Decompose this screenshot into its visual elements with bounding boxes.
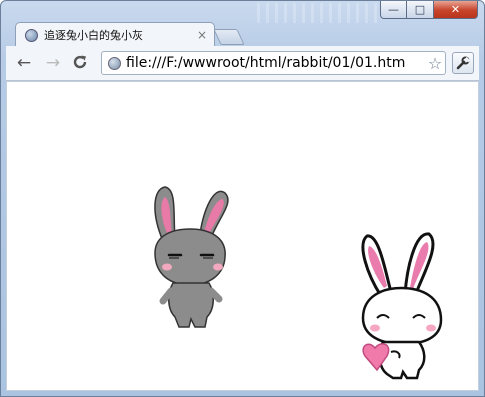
frame-decoration xyxy=(251,3,381,23)
forward-button[interactable]: → xyxy=(43,53,63,73)
bookmark-star-icon[interactable]: ☆ xyxy=(425,54,445,73)
white-bunny-image xyxy=(361,232,443,380)
page-viewport xyxy=(6,81,479,391)
reload-button[interactable] xyxy=(70,53,90,73)
minimize-button[interactable]: — xyxy=(380,1,407,19)
new-tab-button[interactable] xyxy=(213,29,245,45)
url-text[interactable]: file:///F:/wwwroot/html/rabbit/01/01.htm xyxy=(126,55,425,71)
reload-icon xyxy=(73,55,87,69)
globe-icon xyxy=(25,28,38,42)
active-tab[interactable]: 追逐兔小白的兔小灰 × xyxy=(15,22,215,47)
back-button[interactable]: ← xyxy=(14,53,34,73)
close-window-button[interactable]: ✕ xyxy=(434,1,478,19)
page-icon xyxy=(108,56,121,70)
toolbar: ← → file:///F:/wwwroot/html/rabbit/01/01… xyxy=(6,46,479,81)
address-bar[interactable]: file:///F:/wwwroot/html/rabbit/01/01.htm… xyxy=(101,51,446,75)
tab-title: 追逐兔小白的兔小灰 xyxy=(44,29,143,42)
settings-wrench-button[interactable] xyxy=(452,52,474,74)
tab-close-icon[interactable]: × xyxy=(194,28,210,42)
maximize-button[interactable]: □ xyxy=(407,1,434,19)
wrench-icon xyxy=(456,56,471,70)
browser-window: — □ ✕ 追逐兔小白的兔小灰 × ← → file:///F:/wwwroot… xyxy=(0,0,485,397)
grey-bunny-image xyxy=(154,186,229,328)
window-controls: — □ ✕ xyxy=(380,1,478,19)
